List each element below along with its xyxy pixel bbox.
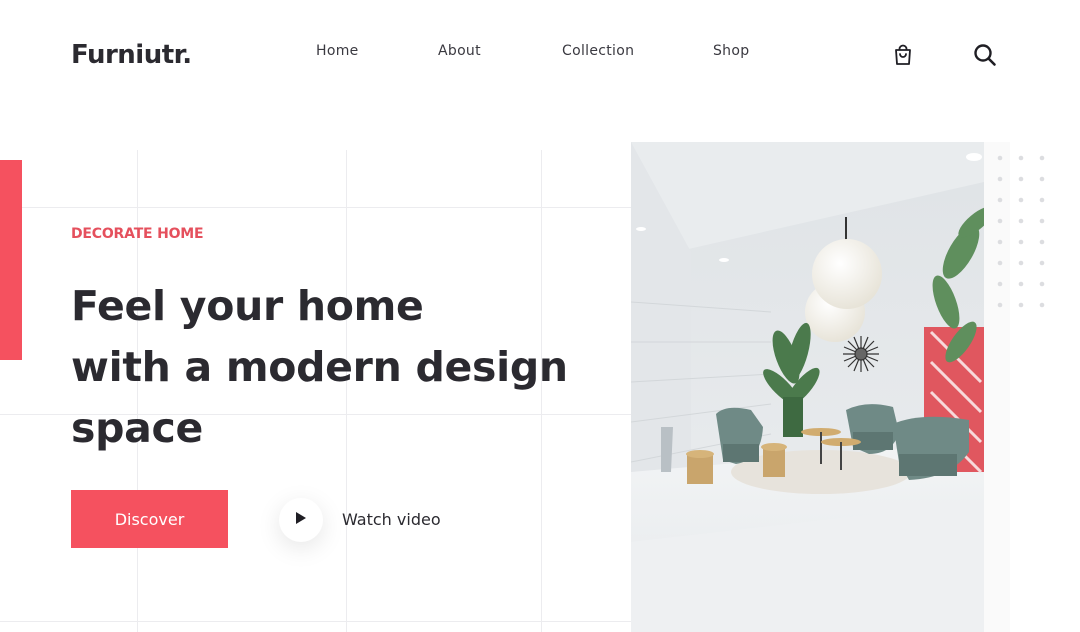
play-icon — [295, 511, 307, 530]
nav-item-about[interactable]: About — [438, 43, 481, 59]
hero-image — [631, 142, 984, 632]
grid-line — [0, 621, 642, 622]
dot-pattern — [997, 155, 1045, 308]
headline-line: with a modern design — [71, 343, 568, 391]
nav-item-home[interactable]: Home — [316, 43, 359, 59]
accent-bar — [0, 160, 22, 360]
play-video-button[interactable] — [279, 498, 323, 542]
nav-item-shop[interactable]: Shop — [713, 43, 749, 59]
nav-item-collection[interactable]: Collection — [562, 43, 634, 59]
shopping-bag-icon — [893, 44, 913, 71]
search-button[interactable] — [970, 42, 1000, 72]
logo[interactable]: Furniutr. — [71, 40, 192, 70]
headline-line: Feel your home — [71, 282, 424, 330]
cart-button[interactable] — [890, 44, 916, 70]
search-icon — [973, 43, 997, 72]
discover-button[interactable]: Discover — [71, 490, 228, 548]
watch-video-link[interactable]: Watch video — [342, 510, 441, 529]
hero-headline: Feel your home with a modern design spac… — [71, 276, 631, 459]
headline-line: space — [71, 404, 204, 452]
grid-line — [0, 207, 642, 208]
hero-eyebrow: DECORATE HOME — [71, 226, 204, 242]
